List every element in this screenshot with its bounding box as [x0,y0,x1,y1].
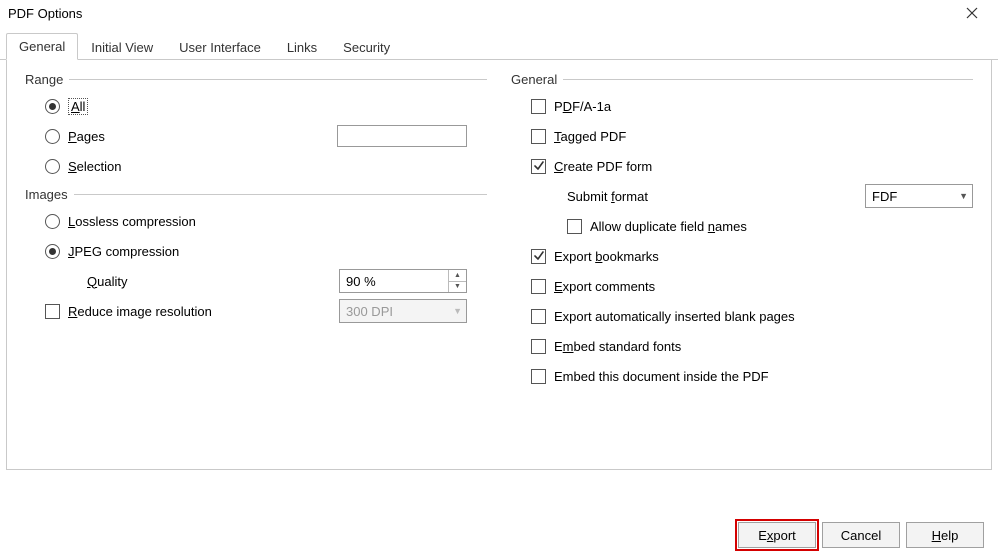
reduce-dpi-select: 300 DPI ▼ [339,299,467,323]
checkbox-allow-duplicate[interactable] [567,219,582,234]
checkbox-embed-doc-label[interactable]: Embed this document inside the PDF [554,369,769,384]
tab-content: Range All Pages Selection Images Lossles… [6,60,992,470]
checkbox-export-blank[interactable] [531,309,546,324]
radio-pages[interactable] [45,129,60,144]
checkbox-export-bookmarks[interactable] [531,249,546,264]
tab-user-interface[interactable]: User Interface [166,34,274,60]
radio-selection[interactable] [45,159,60,174]
quality-spinner[interactable]: 90 % ▲ ▼ [339,269,467,293]
tab-links[interactable]: Links [274,34,330,60]
tab-strip: General Initial View User Interface Link… [0,32,998,60]
chevron-down-icon: ▼ [959,191,968,201]
tab-security[interactable]: Security [330,34,403,60]
chevron-down-icon: ▼ [453,306,462,316]
general-heading: General [511,72,973,87]
export-button[interactable]: Export [738,522,816,548]
checkbox-export-blank-label[interactable]: Export automatically inserted blank page… [554,309,795,324]
dialog-footer: Export Cancel Help [738,522,984,548]
pages-input[interactable] [337,125,467,147]
checkbox-create-form[interactable] [531,159,546,174]
checkbox-pdfa[interactable] [531,99,546,114]
radio-lossless-label[interactable]: Lossless compression [68,214,196,229]
checkbox-create-form-label[interactable]: Create PDF form [554,159,652,174]
checkbox-embed-fonts[interactable] [531,339,546,354]
checkbox-embed-doc[interactable] [531,369,546,384]
submit-format-label: Submit format [567,189,648,204]
radio-all-label[interactable]: All [68,99,88,114]
radio-jpeg[interactable] [45,244,60,259]
checkbox-reduce-resolution[interactable] [45,304,60,319]
close-button[interactable] [952,0,992,26]
quality-label: Quality [87,274,127,289]
tab-general[interactable]: General [6,33,78,60]
checkbox-export-comments-label[interactable]: Export comments [554,279,655,294]
radio-lossless[interactable] [45,214,60,229]
checkbox-tagged[interactable] [531,129,546,144]
left-column: Range All Pages Selection Images Lossles… [25,72,487,391]
checkbox-embed-fonts-label[interactable]: Embed standard fonts [554,339,681,354]
checkbox-allow-duplicate-label[interactable]: Allow duplicate field names [590,219,747,234]
checkbox-export-comments[interactable] [531,279,546,294]
quality-spinner-up[interactable]: ▲ [449,270,466,282]
radio-selection-label[interactable]: Selection [68,159,121,174]
right-column: General PDF/A-1a Tagged PDF Create PDF f… [511,72,973,391]
checkbox-export-bookmarks-label[interactable]: Export bookmarks [554,249,659,264]
range-heading: Range [25,72,487,87]
help-button[interactable]: Help [906,522,984,548]
images-heading: Images [25,187,487,202]
radio-all[interactable] [45,99,60,114]
titlebar: PDF Options [0,0,998,26]
checkbox-pdfa-label[interactable]: PDF/A-1a [554,99,611,114]
close-icon [966,7,978,19]
checkbox-tagged-label[interactable]: Tagged PDF [554,129,626,144]
radio-jpeg-label[interactable]: JPEG compression [68,244,179,259]
cancel-button[interactable]: Cancel [822,522,900,548]
radio-pages-label[interactable]: Pages [68,129,105,144]
submit-format-select[interactable]: FDF ▼ [865,184,973,208]
tab-initial-view[interactable]: Initial View [78,34,166,60]
quality-spinner-down[interactable]: ▼ [449,282,466,293]
window-title: PDF Options [8,6,82,21]
checkbox-reduce-label[interactable]: Reduce image resolution [68,304,212,319]
